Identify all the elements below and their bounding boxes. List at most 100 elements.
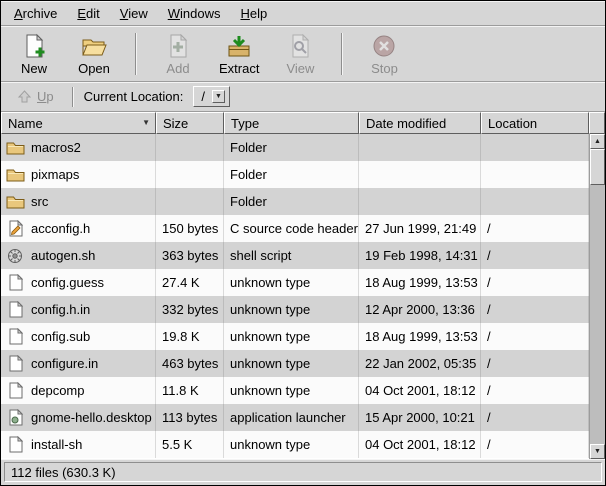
file-name: config.guess	[31, 275, 104, 290]
sort-indicator-icon[interactable]: ▼	[142, 119, 150, 127]
table-row[interactable]: macros2Folder	[1, 134, 589, 161]
file-name-cell: gnome-hello.desktop	[1, 404, 156, 431]
extract-archive-icon	[226, 32, 252, 60]
menu-item-archive[interactable]: Archive	[4, 3, 67, 24]
status-text: 112 files (630.3 K)	[11, 465, 116, 480]
file-type-cell: Folder	[224, 188, 359, 215]
column-header-date-modified[interactable]: Date modified	[359, 112, 481, 134]
toolbar-button-label: Extract	[219, 61, 259, 76]
location-value: /	[201, 89, 205, 104]
table-row[interactable]: configure.in463 bytesunknown type22 Jan …	[1, 350, 589, 377]
toolbar-button-label: Open	[78, 61, 110, 76]
document-icon	[5, 301, 25, 318]
up-button[interactable]: Up	[9, 87, 62, 106]
scrollbar-thumb[interactable]	[590, 149, 605, 185]
column-header-label: Name	[8, 116, 43, 131]
scrollbar-column: ▲ ▼	[589, 112, 605, 459]
file-name: install-sh	[31, 437, 82, 452]
document-icon	[5, 436, 25, 453]
file-date_modified-cell	[359, 134, 481, 161]
add-button[interactable]: Add	[155, 29, 201, 79]
file-name: acconfig.h	[31, 221, 90, 236]
file-size-cell: 363 bytes	[156, 242, 224, 269]
location-combobox[interactable]: / ▼	[193, 86, 230, 107]
menu-item-windows[interactable]: Windows	[158, 3, 231, 24]
file-size-cell: 19.8 K	[156, 323, 224, 350]
file-name: configure.in	[31, 356, 98, 371]
file-type-cell: unknown type	[224, 377, 359, 404]
menu-item-edit[interactable]: Edit	[67, 3, 109, 24]
new-button[interactable]: New	[11, 29, 57, 79]
column-header-row: Name ▼ Size Type Date modified Location	[1, 112, 589, 134]
file-size-cell	[156, 134, 224, 161]
column-header-label: Size	[163, 116, 188, 131]
script-file-icon	[5, 248, 25, 264]
file-location-cell: /	[481, 215, 589, 242]
chevron-down-icon: ▼	[212, 90, 225, 103]
launcher-file-icon	[5, 409, 25, 426]
file-size-cell: 113 bytes	[156, 404, 224, 431]
column-header-label: Location	[488, 116, 537, 131]
table-row[interactable]: acconfig.h 150 bytesC source code header2…	[1, 215, 589, 242]
file-date_modified-cell: 22 Jan 2002, 05:35	[359, 350, 481, 377]
column-header-label: Date modified	[366, 116, 446, 131]
file-type-cell: shell script	[224, 242, 359, 269]
scroll-down-button[interactable]: ▼	[590, 444, 605, 459]
column-header-name[interactable]: Name ▼	[1, 112, 156, 134]
file-date_modified-cell: 27 Jun 1999, 21:49	[359, 215, 481, 242]
stop-button[interactable]: Stop	[361, 29, 407, 79]
table-row[interactable]: depcomp11.8 Kunknown type04 Oct 2001, 18…	[1, 377, 589, 404]
file-type-cell: application launcher	[224, 404, 359, 431]
toolbar-button-label: View	[286, 61, 314, 76]
file-type-cell: unknown type	[224, 296, 359, 323]
table-row[interactable]: gnome-hello.desktop113 bytesapplication …	[1, 404, 589, 431]
file-location-cell	[481, 188, 589, 215]
file-type-cell: unknown type	[224, 269, 359, 296]
vertical-scrollbar[interactable]: ▲ ▼	[589, 134, 605, 459]
file-location-cell	[481, 161, 589, 188]
table-row[interactable]: src Folder	[1, 188, 589, 215]
view-button[interactable]: View	[277, 29, 323, 79]
menu-item-help[interactable]: Help	[230, 3, 277, 24]
open-button[interactable]: Open	[71, 29, 117, 79]
extract-button[interactable]: Extract	[215, 29, 263, 79]
file-name-cell: macros2	[1, 134, 156, 161]
file-name-cell: config.guess	[1, 269, 156, 296]
file-name-cell: pixmaps	[1, 161, 156, 188]
table-row[interactable]: config.guess27.4 Kunknown type18 Aug 199…	[1, 269, 589, 296]
file-size-cell: 150 bytes	[156, 215, 224, 242]
scrollbar-track[interactable]	[590, 185, 605, 444]
file-size-cell	[156, 188, 224, 215]
table-row[interactable]: pixmapsFolder	[1, 161, 589, 188]
file-location-cell: /	[481, 296, 589, 323]
file-name-cell: src	[1, 188, 156, 215]
open-archive-icon	[81, 32, 107, 60]
file-name-cell: install-sh	[1, 431, 156, 458]
file-location-cell	[481, 134, 589, 161]
folder-icon	[5, 194, 25, 209]
toolbar-separator	[341, 33, 343, 75]
folder-icon	[5, 140, 25, 155]
table-row[interactable]: config.h.in332 bytesunknown type12 Apr 2…	[1, 296, 589, 323]
header-spacer	[589, 112, 605, 134]
file-date_modified-cell: 15 Apr 2000, 10:21	[359, 404, 481, 431]
table-row[interactable]: autogen.sh363 bytesshell script19 Feb 19…	[1, 242, 589, 269]
document-icon	[5, 274, 25, 291]
scroll-up-button[interactable]: ▲	[590, 134, 605, 149]
file-name: config.sub	[31, 329, 90, 344]
menu-item-view[interactable]: View	[110, 3, 158, 24]
table-row[interactable]: install-sh5.5 Kunknown type04 Oct 2001, …	[1, 431, 589, 458]
table-row[interactable]: config.sub19.8 Kunknown type18 Aug 1999,…	[1, 323, 589, 350]
column-header-location[interactable]: Location	[481, 112, 589, 134]
file-list: macros2FolderpixmapsFoldersrcFolderaccon…	[1, 134, 589, 459]
column-header-type[interactable]: Type	[224, 112, 359, 134]
file-list-panel: Name ▼ Size Type Date modified Location macro…	[1, 112, 589, 459]
file-name: pixmaps	[31, 167, 79, 182]
folder-icon	[5, 167, 25, 182]
current-location-label: Current Location:	[84, 89, 184, 104]
menu-bar: ArchiveEditViewWindowsHelp	[1, 1, 605, 26]
column-header-size[interactable]: Size	[156, 112, 224, 134]
file-type-cell: C source code header	[224, 215, 359, 242]
status-bar: 112 files (630.3 K)	[1, 459, 605, 485]
file-name-cell: configure.in	[1, 350, 156, 377]
